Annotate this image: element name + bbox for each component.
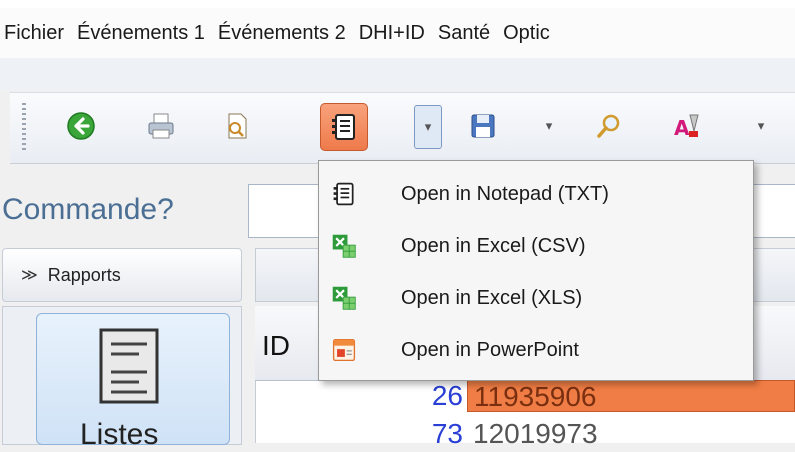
preview-button[interactable] xyxy=(214,103,260,149)
font-dropdown-arrow[interactable]: ▾ xyxy=(748,105,774,147)
menu-bar: Fichier Événements 1 Événements 2 DHI+ID… xyxy=(0,8,795,58)
save-disk-icon xyxy=(471,114,495,138)
menu-sante[interactable]: Santé xyxy=(434,22,499,45)
toolbar-grip[interactable] xyxy=(22,103,26,153)
menu-evenements-2[interactable]: Événements 2 xyxy=(214,22,355,45)
notepad-icon xyxy=(332,114,355,140)
save-button[interactable] xyxy=(460,103,506,149)
green-arrow-back-icon xyxy=(67,112,95,140)
chevron-down-icon: ▾ xyxy=(545,118,553,133)
menu-item-open-excel-xls[interactable]: Open in Excel (XLS) xyxy=(319,273,753,323)
listes-tile-label: Listes xyxy=(80,418,159,451)
open-in-notepad-button[interactable] xyxy=(320,103,368,151)
command-label: Commande? xyxy=(2,193,174,226)
table-row[interactable]: 26 11935906 xyxy=(255,380,795,412)
notepad-icon xyxy=(329,179,359,209)
menu-dhi-id[interactable]: DHI+ID xyxy=(355,22,434,45)
open-in-dropdown-arrow[interactable]: ▾ xyxy=(414,105,442,149)
row-value-cell: 11935906 xyxy=(467,380,795,412)
table-row[interactable]: 73 12019973 xyxy=(255,418,795,450)
toolbar: ▾ ▾ A ▾ xyxy=(10,92,795,164)
menu-item-label: Open in Excel (CSV) xyxy=(401,234,586,257)
menu-fichier[interactable]: Fichier xyxy=(0,22,73,45)
chevron-down-icon: ▾ xyxy=(424,119,432,134)
open-in-dropdown-menu: Open in Notepad (TXT) Open in Excel (CSV… xyxy=(318,160,754,381)
document-preview-icon xyxy=(228,113,247,139)
row-value-cell: 12019973 xyxy=(473,418,598,449)
id-column-header[interactable]: ID xyxy=(262,330,290,362)
excel-icon xyxy=(329,283,359,313)
svg-text:A: A xyxy=(674,116,690,140)
menu-options[interactable]: Optic xyxy=(499,22,559,45)
search-button[interactable] xyxy=(586,103,632,149)
row-id-cell: 73 xyxy=(431,418,463,449)
double-chevron-down-icon: ≫ xyxy=(21,267,38,284)
save-dropdown-arrow[interactable]: ▾ xyxy=(536,105,562,147)
rapports-label: Rapports xyxy=(47,264,121,285)
menu-item-label: Open in Notepad (TXT) xyxy=(401,182,609,205)
back-button[interactable] xyxy=(58,103,104,149)
menu-item-label: Open in PowerPoint xyxy=(401,338,579,361)
font-format-button[interactable]: A xyxy=(664,103,710,149)
rapports-section-header[interactable]: ≫ Rapports xyxy=(2,248,242,302)
menu-item-label: Open in Excel (XLS) xyxy=(401,286,583,309)
menu-item-open-notepad[interactable]: Open in Notepad (TXT) xyxy=(319,169,753,219)
row-id-cell: 26 xyxy=(431,380,463,411)
menu-evenements-1[interactable]: Événements 1 xyxy=(73,22,214,45)
window-top-edge xyxy=(0,0,795,8)
report-list-icon xyxy=(99,328,159,404)
printer-icon xyxy=(148,113,174,139)
excel-icon xyxy=(329,231,359,261)
search-magnifier-icon xyxy=(597,114,620,138)
print-button[interactable] xyxy=(138,103,184,149)
menu-toolbar-spacer xyxy=(0,58,795,90)
chevron-down-icon: ▾ xyxy=(757,118,765,133)
font-format-icon: A xyxy=(674,114,699,140)
menu-item-open-powerpoint[interactable]: Open in PowerPoint xyxy=(319,325,753,375)
powerpoint-icon xyxy=(329,335,359,365)
menu-item-open-excel-csv[interactable]: Open in Excel (CSV) xyxy=(319,221,753,271)
